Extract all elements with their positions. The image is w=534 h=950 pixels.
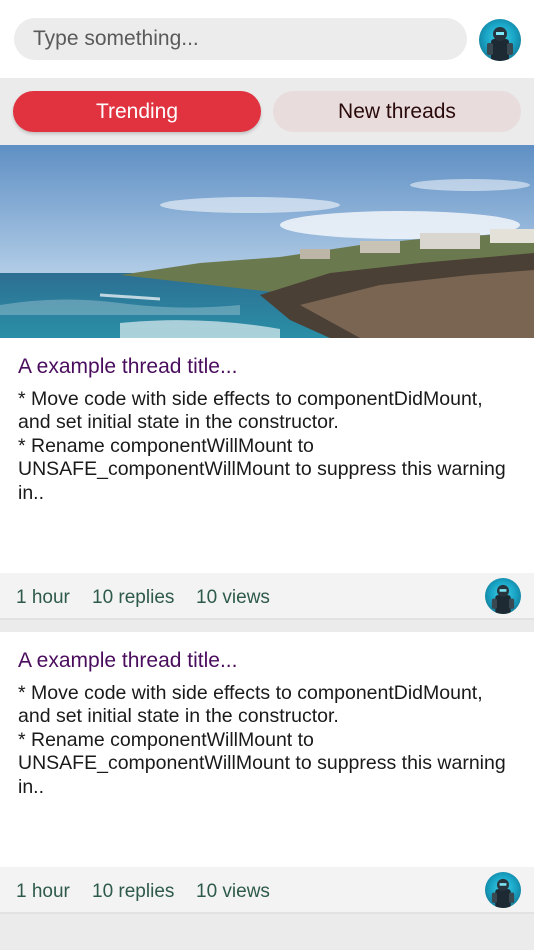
thread-time: 1 hour	[16, 881, 70, 902]
author-avatar-icon[interactable]	[485, 578, 521, 614]
thread-body: * Move code with side effects to compone…	[18, 682, 506, 798]
user-avatar-icon[interactable]	[479, 19, 521, 61]
author-avatar-icon[interactable]	[485, 872, 521, 908]
thread-views: 10 views	[196, 881, 270, 902]
thread-views: 10 views	[196, 587, 270, 608]
thread-body: * Move code with side effects to compone…	[18, 388, 506, 504]
thread-title[interactable]: A example thread title...	[18, 355, 237, 379]
thread-meta: 1 hour 10 replies 10 views	[0, 867, 534, 914]
thread-time: 1 hour	[16, 587, 70, 608]
thread-card[interactable]: A example thread title... * Move code wi…	[0, 338, 534, 620]
tab-new-threads[interactable]: New threads	[273, 91, 521, 132]
top-bar: Type something...	[0, 0, 534, 78]
thread-title[interactable]: A example thread title...	[18, 649, 237, 673]
thread-replies: 10 replies	[92, 881, 175, 902]
thread-tabs: Trending New threads	[0, 78, 534, 145]
thread-meta: 1 hour 10 replies 10 views	[0, 573, 534, 620]
thread-replies: 10 replies	[92, 587, 175, 608]
thread-image[interactable]	[0, 145, 534, 338]
thread-card[interactable]: A example thread title... * Move code wi…	[0, 632, 534, 914]
tab-trending[interactable]: Trending	[13, 91, 261, 132]
search-input[interactable]: Type something...	[14, 18, 467, 60]
